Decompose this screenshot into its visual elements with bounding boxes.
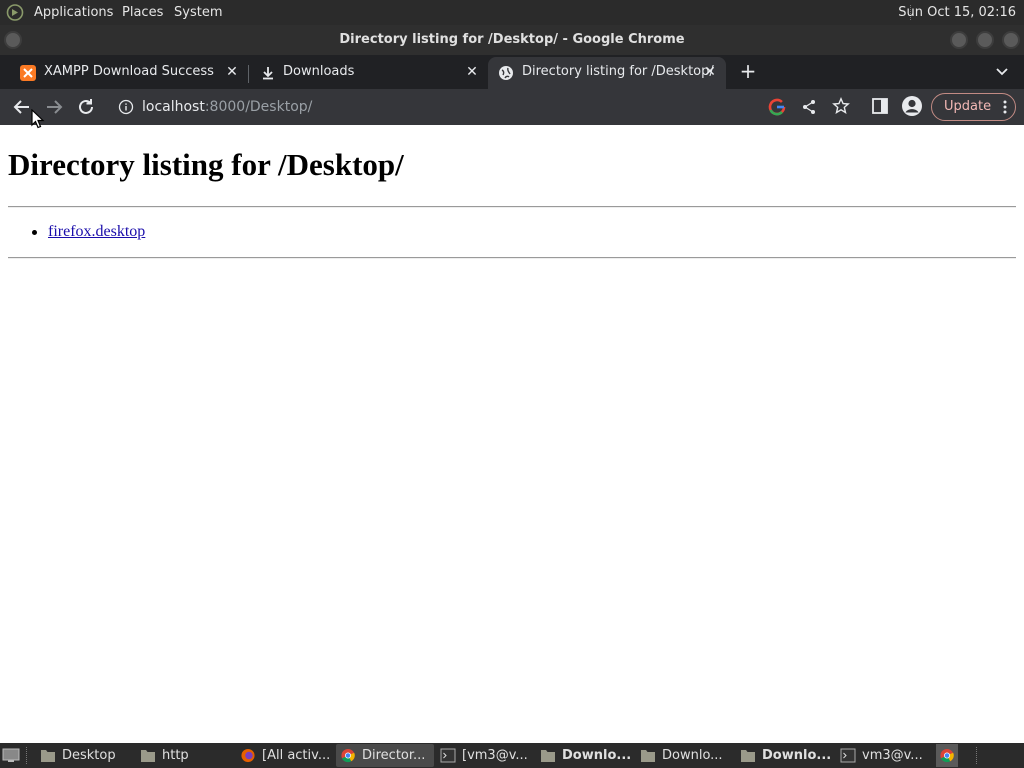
top-system-panel: Applications Places System Sun Oct 15, 0… <box>0 0 1024 25</box>
url-path: :8000/Desktop/ <box>204 99 313 115</box>
list-item: firefox.desktop <box>32 222 145 242</box>
bookmark-star-icon[interactable] <box>832 97 850 115</box>
close-window-button[interactable] <box>1002 31 1020 49</box>
horizontal-rule <box>8 257 1016 259</box>
tab-label: Downloads <box>283 64 355 79</box>
taskbar-item-downloads-1[interactable]: Downlo... <box>536 744 634 767</box>
menu-places[interactable]: Places <box>116 0 169 25</box>
bullet-icon <box>32 230 37 235</box>
taskbar-separator <box>976 747 977 764</box>
file-list: firefox.desktop <box>32 222 145 242</box>
google-lens-icon[interactable] <box>767 97 787 117</box>
tab-strip: XAMPP Download Success ✕ Downloads ✕ Dir… <box>0 55 1024 89</box>
profile-avatar-icon[interactable] <box>901 95 923 117</box>
chrome-icon <box>940 748 954 763</box>
taskbar-item-terminal-1[interactable]: [vm3@v... <box>436 744 534 767</box>
taskbar-item-desktop[interactable]: Desktop <box>36 744 134 767</box>
update-label: Update <box>944 99 992 114</box>
tab-xampp-download-success[interactable]: XAMPP Download Success ✕ <box>0 57 248 89</box>
taskbar-item-chrome-workspace[interactable] <box>936 744 958 767</box>
taskbar-item-terminal-2[interactable]: vm3@v... <box>836 744 934 767</box>
folder-icon <box>541 750 555 762</box>
taskbar-item-chrome[interactable]: Director... <box>336 744 434 767</box>
folder-icon <box>641 750 655 762</box>
page-content: Directory listing for /Desktop/ firefox.… <box>0 125 1024 743</box>
window-titlebar[interactable]: Directory listing for /Desktop/ - Google… <box>0 25 1024 55</box>
tab-label: Directory listing for /Desktop/ <box>522 64 714 79</box>
taskbar-label: [All activ... <box>262 748 331 763</box>
minimize-button[interactable] <box>950 31 968 49</box>
window-title: Directory listing for /Desktop/ - Google… <box>339 32 685 47</box>
taskbar-item-downloads-3[interactable]: Downlo... <box>736 744 834 767</box>
tab-close-icon[interactable]: ✕ <box>224 64 240 80</box>
address-bar[interactable]: localhost:8000/Desktop/ <box>142 89 312 125</box>
distro-logo-icon[interactable] <box>6 4 24 21</box>
mouse-cursor-icon <box>31 109 45 129</box>
download-icon <box>263 67 273 80</box>
tab-close-icon[interactable]: ✕ <box>464 64 480 80</box>
file-link-firefox-desktop[interactable]: firefox.desktop <box>48 223 145 240</box>
tab-close-icon[interactable]: ✕ <box>702 64 718 80</box>
forward-arrow-icon[interactable] <box>42 95 66 119</box>
tab-downloads[interactable]: Downloads ✕ <box>248 57 488 89</box>
taskbar-label: vm3@v... <box>862 748 923 763</box>
taskbar-label: Downlo... <box>762 748 832 763</box>
show-desktop-icon[interactable] <box>2 747 20 763</box>
taskbar-label: http <box>162 748 189 763</box>
taskbar-label: Desktop <box>62 748 116 763</box>
taskbar-label: Downlo... <box>562 748 632 763</box>
firefox-icon <box>241 748 255 763</box>
page-title: Directory listing for /Desktop/ <box>8 147 404 182</box>
terminal-icon <box>840 748 856 763</box>
folder-icon <box>741 750 755 762</box>
menu-applications[interactable]: Applications <box>28 0 119 25</box>
tab-directory-listing[interactable]: Directory listing for /Desktop/ ✕ <box>488 57 726 89</box>
terminal-icon <box>440 748 456 763</box>
tab-search-chevron-icon[interactable] <box>994 63 1010 79</box>
globe-icon <box>499 66 513 80</box>
chrome-icon <box>341 748 355 763</box>
new-tab-button[interactable]: + <box>737 61 759 83</box>
folder-icon <box>41 750 55 762</box>
update-button[interactable]: Update <box>931 93 1016 121</box>
taskbar-label: [vm3@v... <box>462 748 528 763</box>
menu-system[interactable]: System <box>168 0 228 25</box>
taskbar-label: Director... <box>362 748 426 763</box>
clock[interactable]: Sun Oct 15, 02:16 <box>898 0 1016 25</box>
bottom-taskbar: Desktop http [All activ... Director... [… <box>0 743 1024 768</box>
side-panel-icon[interactable] <box>871 97 889 115</box>
site-info-icon[interactable] <box>118 99 134 115</box>
more-menu-icon[interactable] <box>1003 100 1007 114</box>
maximize-button[interactable] <box>976 31 994 49</box>
taskbar-item-http[interactable]: http <box>136 744 234 767</box>
tab-label: XAMPP Download Success <box>44 64 214 79</box>
xampp-icon <box>20 65 36 81</box>
share-icon[interactable] <box>800 98 818 116</box>
browser-toolbar: localhost:8000/Desktop/ Update <box>0 89 1024 125</box>
horizontal-rule <box>8 206 1016 208</box>
reload-icon[interactable] <box>74 95 98 119</box>
url-host: localhost <box>142 99 205 115</box>
taskbar-item-firefox[interactable]: [All activ... <box>236 744 334 767</box>
folder-icon <box>141 750 155 762</box>
taskbar-item-downloads-2[interactable]: Downlo... <box>636 744 734 767</box>
taskbar-separator <box>26 747 27 764</box>
taskbar-label: Downlo... <box>662 748 723 763</box>
